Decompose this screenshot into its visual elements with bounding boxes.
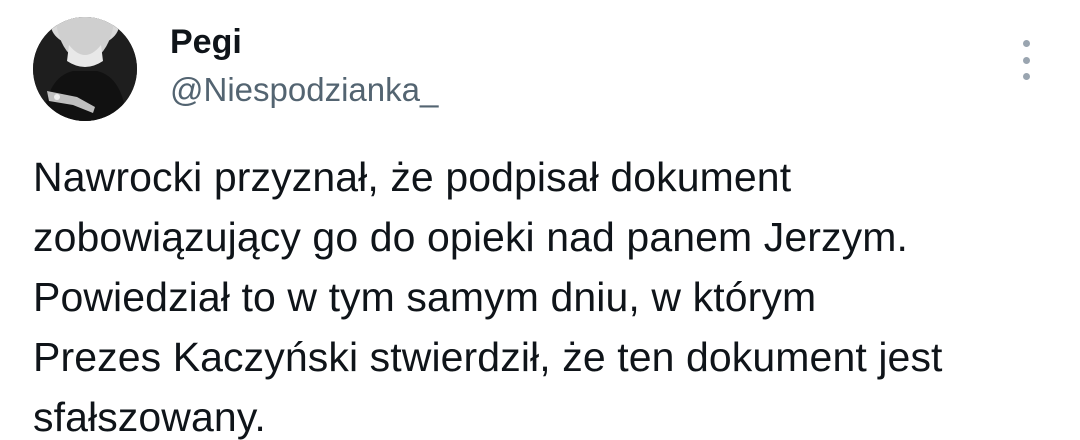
tweet-text-line: zobowiązujący go do opieki nad panem Jer… bbox=[33, 214, 908, 260]
tweet-text-line: Prezes Kaczyński stwierdził, że ten doku… bbox=[33, 334, 943, 380]
dot-icon bbox=[1022, 40, 1030, 47]
author-handle[interactable]: @Niespodzianka_ bbox=[170, 70, 438, 110]
tweet-text-line: Powiedział to w tym samym dniu, w którym bbox=[33, 274, 817, 320]
tweet-text: Nawrocki przyznał, że podpisał dokument … bbox=[33, 147, 1063, 440]
tweet-card: Pegi @Niespodzianka_ Nawrocki przyznał, … bbox=[0, 0, 1080, 440]
more-options-icon[interactable] bbox=[1010, 40, 1042, 80]
tweet-text-line: sfałszowany. bbox=[33, 394, 266, 440]
dot-icon bbox=[1022, 56, 1030, 64]
avatar[interactable] bbox=[33, 17, 137, 121]
profile-photo-icon bbox=[33, 17, 137, 121]
dot-icon bbox=[1022, 73, 1030, 80]
author-display-name[interactable]: Pegi bbox=[170, 22, 242, 62]
tweet-text-line: Nawrocki przyznał, że podpisał dokument bbox=[33, 154, 792, 200]
